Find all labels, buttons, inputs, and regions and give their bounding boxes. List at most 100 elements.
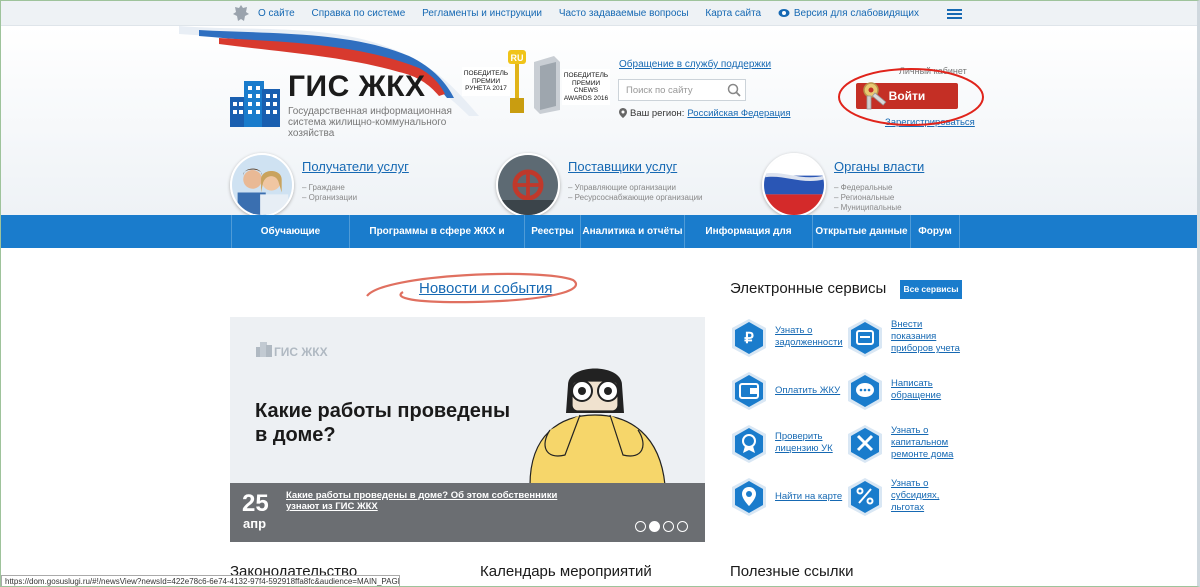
hamburger-menu-icon[interactable] <box>947 9 962 19</box>
carousel-dot-4[interactable] <box>677 521 688 532</box>
category-providers[interactable]: Поставщики услуг – Управляющие организац… <box>496 153 726 221</box>
category-sub-management[interactable]: – Управляющие организации <box>568 183 676 192</box>
section-useful-links[interactable]: Полезные ссылки <box>730 563 854 580</box>
carousel-dot-1[interactable] <box>635 521 646 532</box>
chat-icon[interactable] <box>846 371 884 411</box>
service-chat[interactable]: Написать обращение <box>846 371 976 419</box>
service-label-line: показания <box>891 331 937 342</box>
service-label[interactable]: Узнать о капитальном ремонте дома <box>891 425 953 461</box>
top-link-low-vision[interactable]: Версия для слабовидящих <box>778 8 919 19</box>
banner-heading: Какие работы проведены в доме? <box>255 400 511 446</box>
all-services-button[interactable]: Все сервисы <box>900 280 962 299</box>
authorities-flag-photo <box>762 153 826 217</box>
top-link-regulations[interactable]: Регламенты и инструкции <box>422 8 542 19</box>
top-links: О сайте Справка по системе Регламенты и … <box>258 8 933 19</box>
ruble-icon[interactable]: ₽ <box>730 318 768 358</box>
nav-learning[interactable]: Обучающие материалы <box>231 215 349 270</box>
service-tools[interactable]: Узнать о капитальном ремонте дома <box>846 424 976 472</box>
search-input[interactable]: Поиск по сайту <box>618 79 746 101</box>
service-label[interactable]: Проверить лицензию УК <box>775 431 833 455</box>
carousel-dot-3[interactable] <box>663 521 674 532</box>
award-runet-badge: ПОБЕДИТЕЛЬ ПРЕМИИ РУНЕТА 2017 <box>462 67 510 96</box>
service-label-line: обращение <box>891 390 942 401</box>
category-sub-organizations[interactable]: – Организации <box>302 193 357 202</box>
nav-citizen-info[interactable]: Информация для граждан <box>684 215 812 270</box>
service-label[interactable]: Внести показания приборов учета <box>891 319 960 355</box>
service-label-line: льготах <box>891 502 925 513</box>
category-authorities-title[interactable]: Органы власти <box>834 159 924 174</box>
service-ruble[interactable]: ₽ Узнать о задолженности <box>730 318 860 366</box>
support-link[interactable]: Обращение в службу поддержки <box>619 59 771 70</box>
category-authorities[interactable]: Органы власти – Федеральные – Региональн… <box>762 153 992 221</box>
service-label[interactable]: Узнать о задолженности <box>775 325 843 349</box>
news-date-day: 25 <box>242 490 269 517</box>
service-label[interactable]: Узнать о субсидиях, льготах <box>891 478 939 514</box>
top-bar: О сайте Справка по системе Регламенты и … <box>1 1 1197 26</box>
service-map-pin[interactable]: Найти на карте <box>730 477 860 525</box>
news-caption: 25 апр Какие работы проведены в доме? Об… <box>230 483 705 542</box>
main-nav: Обучающие материалы Программы в сфере ЖК… <box>1 215 1197 270</box>
nav-open-data[interactable]: Открытые данные <box>812 215 910 248</box>
top-link-sitemap[interactable]: Карта сайта <box>705 8 761 19</box>
search-placeholder: Поиск по сайту <box>626 85 693 96</box>
service-label-line: задолженности <box>775 337 843 348</box>
service-label-line: приборов учета <box>891 343 960 354</box>
service-label-line: Проверить <box>775 431 823 442</box>
banner-logo-text: ГИС ЖКХ <box>274 345 328 359</box>
percent-icon[interactable] <box>846 477 884 517</box>
nav-analytics[interactable]: Аналитика и отчёты <box>580 215 684 248</box>
region-label: Ваш регион: <box>630 108 685 119</box>
map-pin-icon[interactable] <box>730 477 768 517</box>
banner-logo-buildings-icon <box>256 342 272 357</box>
service-label-line: субсидиях, <box>891 490 940 501</box>
service-label-line: Найти на карте <box>775 491 843 502</box>
service-label-line: ремонте дома <box>891 449 954 460</box>
category-providers-title[interactable]: Поставщики услуг <box>568 159 677 174</box>
tools-icon[interactable] <box>846 424 884 464</box>
service-wallet[interactable]: Оплатить ЖКУ <box>730 371 860 419</box>
wallet-icon[interactable] <box>730 371 768 411</box>
region-value-link[interactable]: Российская Федерация <box>687 108 790 119</box>
top-link-about[interactable]: О сайте <box>258 8 295 19</box>
service-label[interactable]: Написать обращение <box>891 378 941 402</box>
trophy-icon: RU <box>508 50 526 113</box>
category-sub-municipal[interactable]: – Муниципальные <box>834 203 902 212</box>
service-label[interactable]: Найти на карте <box>775 491 842 503</box>
logo-title[interactable]: ГИС ЖКХ <box>288 70 426 104</box>
nav-registries[interactable]: Реестры <box>524 215 580 248</box>
service-percent[interactable]: Узнать о субсидиях, льготах <box>846 477 976 525</box>
badge-icon[interactable] <box>730 424 768 464</box>
carousel-dot-2[interactable] <box>649 521 660 532</box>
news-link[interactable]: Какие работы проведены в доме? Об этом с… <box>286 490 576 512</box>
search-icon[interactable] <box>727 83 741 97</box>
cnews-award-icon <box>534 56 560 114</box>
section-events-calendar[interactable]: Календарь мероприятий <box>480 563 652 580</box>
service-label-line: Узнать о <box>775 325 813 336</box>
category-sub-resource[interactable]: – Ресурсоснабжающие организации <box>568 193 703 202</box>
nav-forum[interactable]: Форум <box>910 215 960 248</box>
category-recipients[interactable]: Получатели услуг – Граждане – Организаци… <box>230 153 460 221</box>
category-sub-citizens[interactable]: – Граждане <box>302 183 345 192</box>
category-recipients-title[interactable]: Получатели услуг <box>302 159 409 174</box>
service-meter[interactable]: Внести показания приборов учета <box>846 318 976 366</box>
service-label[interactable]: Оплатить ЖКУ <box>775 385 840 397</box>
nav-programs[interactable]: Программы в сфере ЖКХ и Горсреды <box>349 215 524 270</box>
service-label-line: капитальном <box>891 437 949 448</box>
service-label-line: Узнать о <box>891 425 929 436</box>
category-sub-federal[interactable]: – Федеральные <box>834 183 893 192</box>
logo-subtitle: Государственная информационная система ж… <box>288 106 452 139</box>
header: ГИС ЖКХ Государственная информационная с… <box>1 26 1197 217</box>
meter-icon[interactable] <box>846 318 884 358</box>
low-vision-label: Версия для слабовидящих <box>793 8 919 19</box>
binoculars-illustration <box>529 368 666 485</box>
top-link-help[interactable]: Справка по системе <box>312 8 406 19</box>
category-sub-regional[interactable]: – Региональные <box>834 193 894 202</box>
service-label-line: Написать <box>891 378 933 389</box>
coat-of-arms-icon <box>233 5 249 21</box>
top-link-faq[interactable]: Часто задаваемые вопросы <box>559 8 689 19</box>
page: О сайте Справка по системе Регламенты и … <box>0 0 1200 587</box>
service-badge[interactable]: Проверить лицензию УК <box>730 424 860 472</box>
service-label-line: Внести <box>891 319 923 330</box>
providers-photo <box>496 153 560 217</box>
news-banner[interactable]: ГИС ЖКХ Какие работы проведены в доме? 2… <box>230 317 705 542</box>
